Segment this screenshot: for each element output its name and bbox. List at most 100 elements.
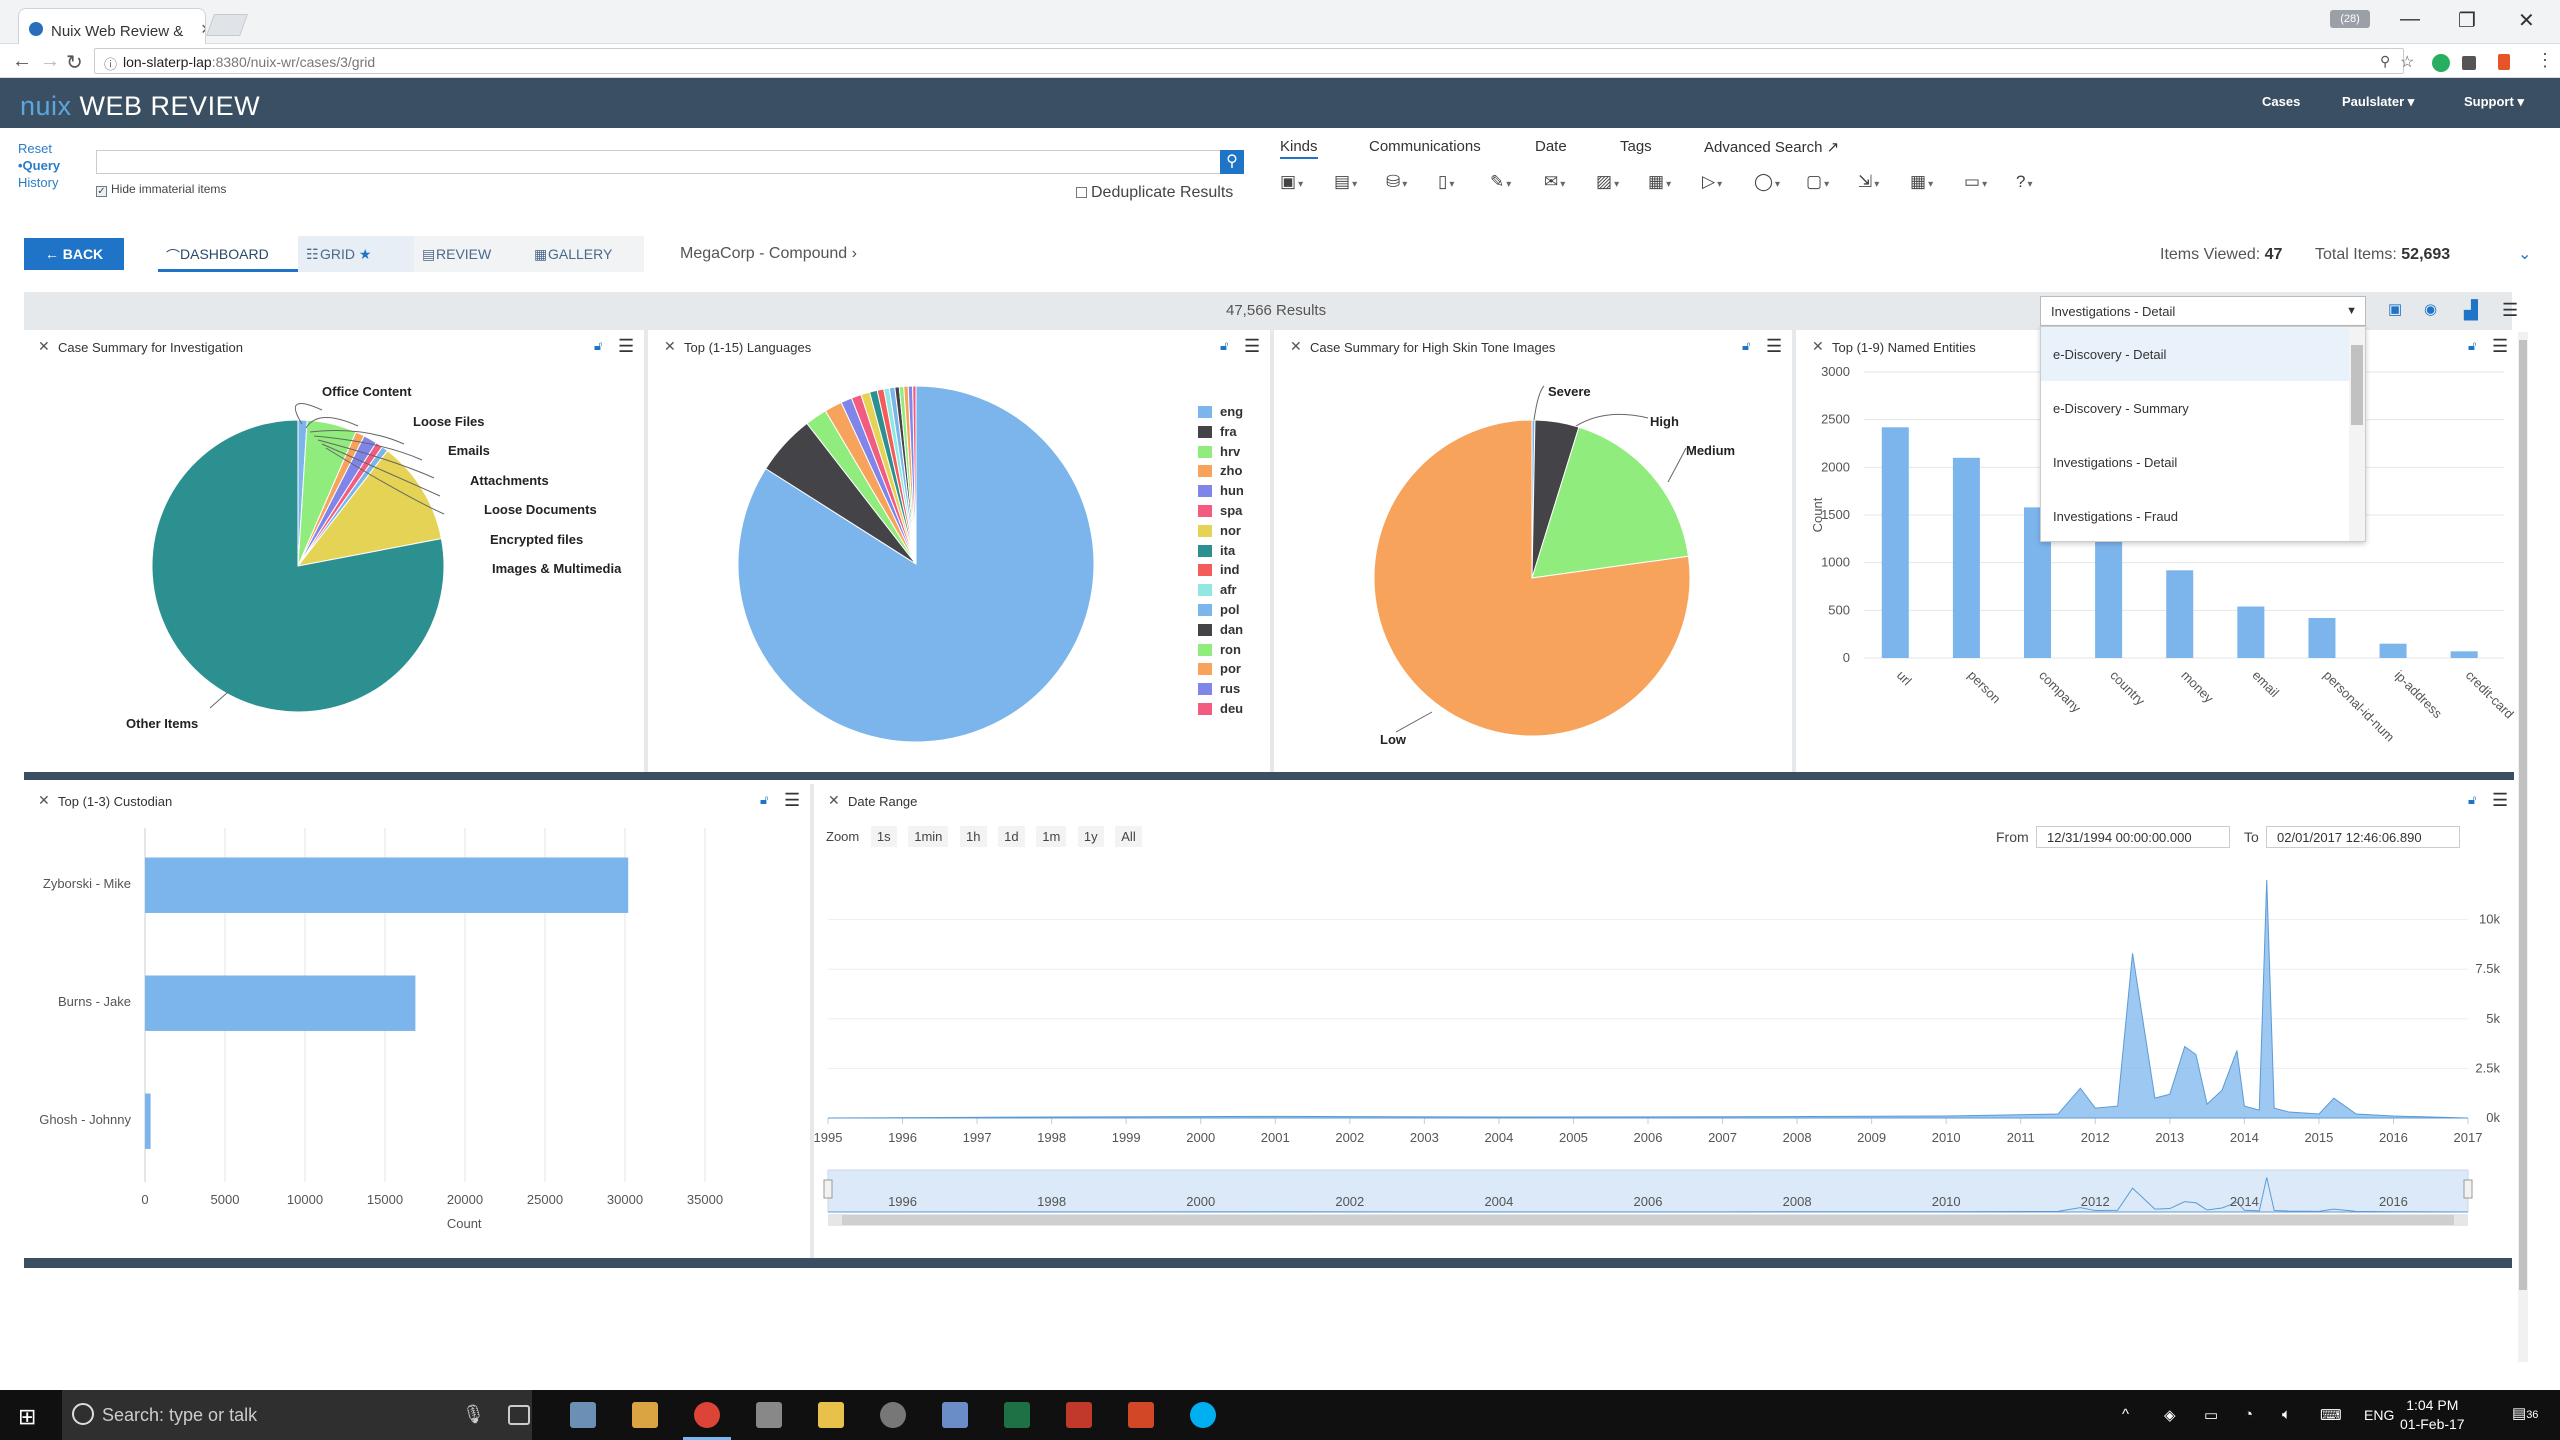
tab-gallery[interactable]: ▦ GALLERY <box>526 236 644 272</box>
restore-icon[interactable]: ❐ <box>2458 8 2476 33</box>
legend-item[interactable]: ron <box>1196 642 1244 662</box>
nav-support-menu[interactable]: Support ▾ <box>2464 94 2524 110</box>
legend-item[interactable]: deu <box>1196 701 1244 721</box>
panel-splitter[interactable] <box>644 330 648 772</box>
page-scroll-thumb[interactable] <box>2519 340 2527 1290</box>
zoom-1min-button[interactable]: 1min <box>908 826 949 847</box>
lock-icon[interactable]: 🔓︎ <box>2468 792 2476 808</box>
legend-item[interactable]: hrv <box>1196 444 1244 464</box>
kind-filter-container-icon[interactable]: ▣ ▾ <box>1280 172 1310 196</box>
add-chart-icon[interactable]: ▟ <box>2464 300 2478 321</box>
tray-wifi-icon[interactable]: ◔ <box>2244 1406 2253 1423</box>
kind-filter-unknown-icon[interactable]: ? ▾ <box>2016 172 2046 196</box>
zoom-1m-button[interactable]: 1m <box>1036 826 1067 847</box>
extension-pen-icon[interactable] <box>2462 56 2476 70</box>
taskbar-mail-icon[interactable] <box>632 1402 658 1428</box>
taskbar-app2-icon[interactable] <box>942 1402 968 1428</box>
kind-filter-spreadsheet-icon[interactable]: ✎ ▾ <box>1490 172 1520 196</box>
tray-language[interactable]: ENG <box>2364 1407 2394 1423</box>
filter-tab-tags[interactable]: Tags <box>1620 138 1652 155</box>
kind-filter-system-icon[interactable]: ▭ ▾ <box>1964 172 1994 196</box>
history-link[interactable]: History <box>18 174 60 191</box>
save-layout-icon[interactable]: ▣ <box>2388 300 2402 318</box>
kind-filter-document-icon[interactable]: ▯ ▾ <box>1438 172 1468 196</box>
dashboard-preset-select[interactable]: Investigations - Detail ▼ <box>2040 296 2366 326</box>
hide-immaterial-checkbox[interactable]: ✓ Hide immaterial items <box>96 182 226 197</box>
back-arrow-icon[interactable]: ← <box>12 50 32 73</box>
lock-icon[interactable]: 🔓︎ <box>760 792 768 808</box>
legend-item[interactable]: eng <box>1196 404 1244 424</box>
tab-dashboard[interactable]: ⌒ DASHBOARD <box>158 236 298 272</box>
close-panel-icon[interactable]: ✕ <box>1290 338 1302 355</box>
filter-tab-advanced-search[interactable]: Advanced Search ↗ <box>1704 138 1839 156</box>
taskbar-calculator-icon[interactable] <box>756 1402 782 1428</box>
row-splitter[interactable] <box>24 772 2514 780</box>
browser-tab[interactable]: Nuix Web Review & × <box>18 8 206 44</box>
filter-tab-date[interactable]: Date <box>1535 138 1567 155</box>
panel-menu-icon[interactable]: ☰ <box>2492 336 2508 357</box>
taskbar-clock[interactable]: 1:04 PM 01-Feb-17 <box>2400 1396 2465 1434</box>
query-link[interactable]: •Query <box>18 157 60 174</box>
tray-volume-icon[interactable]: 🔈︎ <box>2282 1406 2291 1423</box>
key-icon[interactable]: ⚲ <box>2380 53 2390 70</box>
forward-arrow-icon[interactable]: → <box>40 50 60 73</box>
taskbar-search[interactable]: Search: type or talk 🎙︎ <box>62 1390 532 1440</box>
legend-item[interactable]: ind <box>1196 562 1244 582</box>
kind-filter-file-icon[interactable]: ▢ ▾ <box>1806 172 1836 196</box>
legend-item[interactable]: pol <box>1196 602 1244 622</box>
legend-item[interactable]: spa <box>1196 503 1244 523</box>
close-window-icon[interactable]: ✕ <box>2518 8 2535 33</box>
tab-grid[interactable]: ☷ GRID ★ <box>298 236 414 272</box>
legend-item[interactable]: dan <box>1196 622 1244 642</box>
app-logo[interactable]: nuix WEB REVIEW <box>20 91 260 122</box>
to-date-input[interactable]: 02/01/2017 12:46:06.890 <box>2266 826 2460 848</box>
panel-menu-icon[interactable]: ☰ <box>1244 336 1260 357</box>
zoom-1s-button[interactable]: 1s <box>870 826 897 847</box>
preset-option[interactable]: e-Discovery - Detail <box>2041 327 2365 381</box>
kind-filter-image-icon[interactable]: ▨ ▾ <box>1596 172 1626 196</box>
taskbar-chrome-icon[interactable] <box>694 1402 720 1428</box>
panel-menu-icon[interactable]: ☰ <box>618 336 634 357</box>
tab-review[interactable]: ▤ REVIEW <box>414 236 526 272</box>
panel-menu-icon[interactable]: ☰ <box>1766 336 1782 357</box>
legend-item[interactable]: fra <box>1196 424 1244 444</box>
kind-filter-multimedia-icon[interactable]: ▷ ▾ <box>1702 172 1732 196</box>
notification-center-icon[interactable]: ▤36 <box>2512 1404 2538 1422</box>
taskbar-explorer-icon[interactable] <box>818 1402 844 1428</box>
breadcrumb[interactable]: MegaCorp - Compound › <box>680 245 857 263</box>
kind-filter-email-icon[interactable]: ✉ ▾ <box>1544 172 1574 196</box>
task-view-icon[interactable] <box>508 1405 530 1425</box>
legend-item[interactable]: afr <box>1196 582 1244 602</box>
taskbar-powerpoint-icon[interactable] <box>1128 1402 1154 1428</box>
zoom-1y-button[interactable]: 1y <box>1077 826 1104 847</box>
microphone-icon[interactable]: 🎙︎ <box>462 1404 485 1425</box>
dropdown-scrollbar[interactable] <box>2349 327 2365 541</box>
zoom-1d-button[interactable]: 1d <box>998 826 1025 847</box>
address-input[interactable]: ⓘ lon-slaterp-lap:8380/nuix-wr/cases/3/g… <box>94 48 2404 74</box>
panel-splitter[interactable] <box>1270 330 1274 772</box>
lock-icon[interactable]: 🔓︎ <box>1220 338 1228 354</box>
bookmark-star-icon[interactable]: ☆ <box>2400 52 2414 72</box>
panel-menu-icon[interactable]: ☰ <box>784 790 800 811</box>
search-input[interactable] <box>96 150 1221 174</box>
close-panel-icon[interactable]: ✕ <box>664 338 676 355</box>
lock-icon[interactable]: 🔓︎ <box>594 338 602 354</box>
taskbar-app-icon[interactable] <box>570 1402 596 1428</box>
kind-filter-archive-icon[interactable]: ▤ ▾ <box>1334 172 1364 196</box>
lock-icon[interactable]: 🔓︎ <box>2468 338 2476 354</box>
taskbar-app3-icon[interactable] <box>1066 1402 1092 1428</box>
search-button[interactable]: ⚲ <box>1220 150 1244 174</box>
reload-icon[interactable]: ↻ <box>66 50 83 75</box>
taskbar-skype-icon[interactable] <box>1190 1402 1216 1428</box>
kind-filter-database-icon[interactable]: ⛁ ▾ <box>1386 172 1416 196</box>
taskbar-excel-icon[interactable] <box>1004 1402 1030 1428</box>
dropdown-scroll-thumb[interactable] <box>2351 345 2363 425</box>
windows-start-icon[interactable]: ⊞ <box>18 1404 36 1430</box>
chrome-menu-icon[interactable]: ⋮ <box>2536 50 2554 71</box>
close-panel-icon[interactable]: ✕ <box>828 792 840 809</box>
new-tab-button[interactable] <box>205 14 249 36</box>
back-button[interactable]: ← BACK <box>24 238 124 270</box>
tray-battery-icon[interactable]: ▭ <box>2204 1406 2218 1424</box>
filter-tab-kinds[interactable]: Kinds <box>1280 138 1318 159</box>
from-date-input[interactable]: 12/31/1994 00:00:00.000 <box>2036 826 2230 848</box>
